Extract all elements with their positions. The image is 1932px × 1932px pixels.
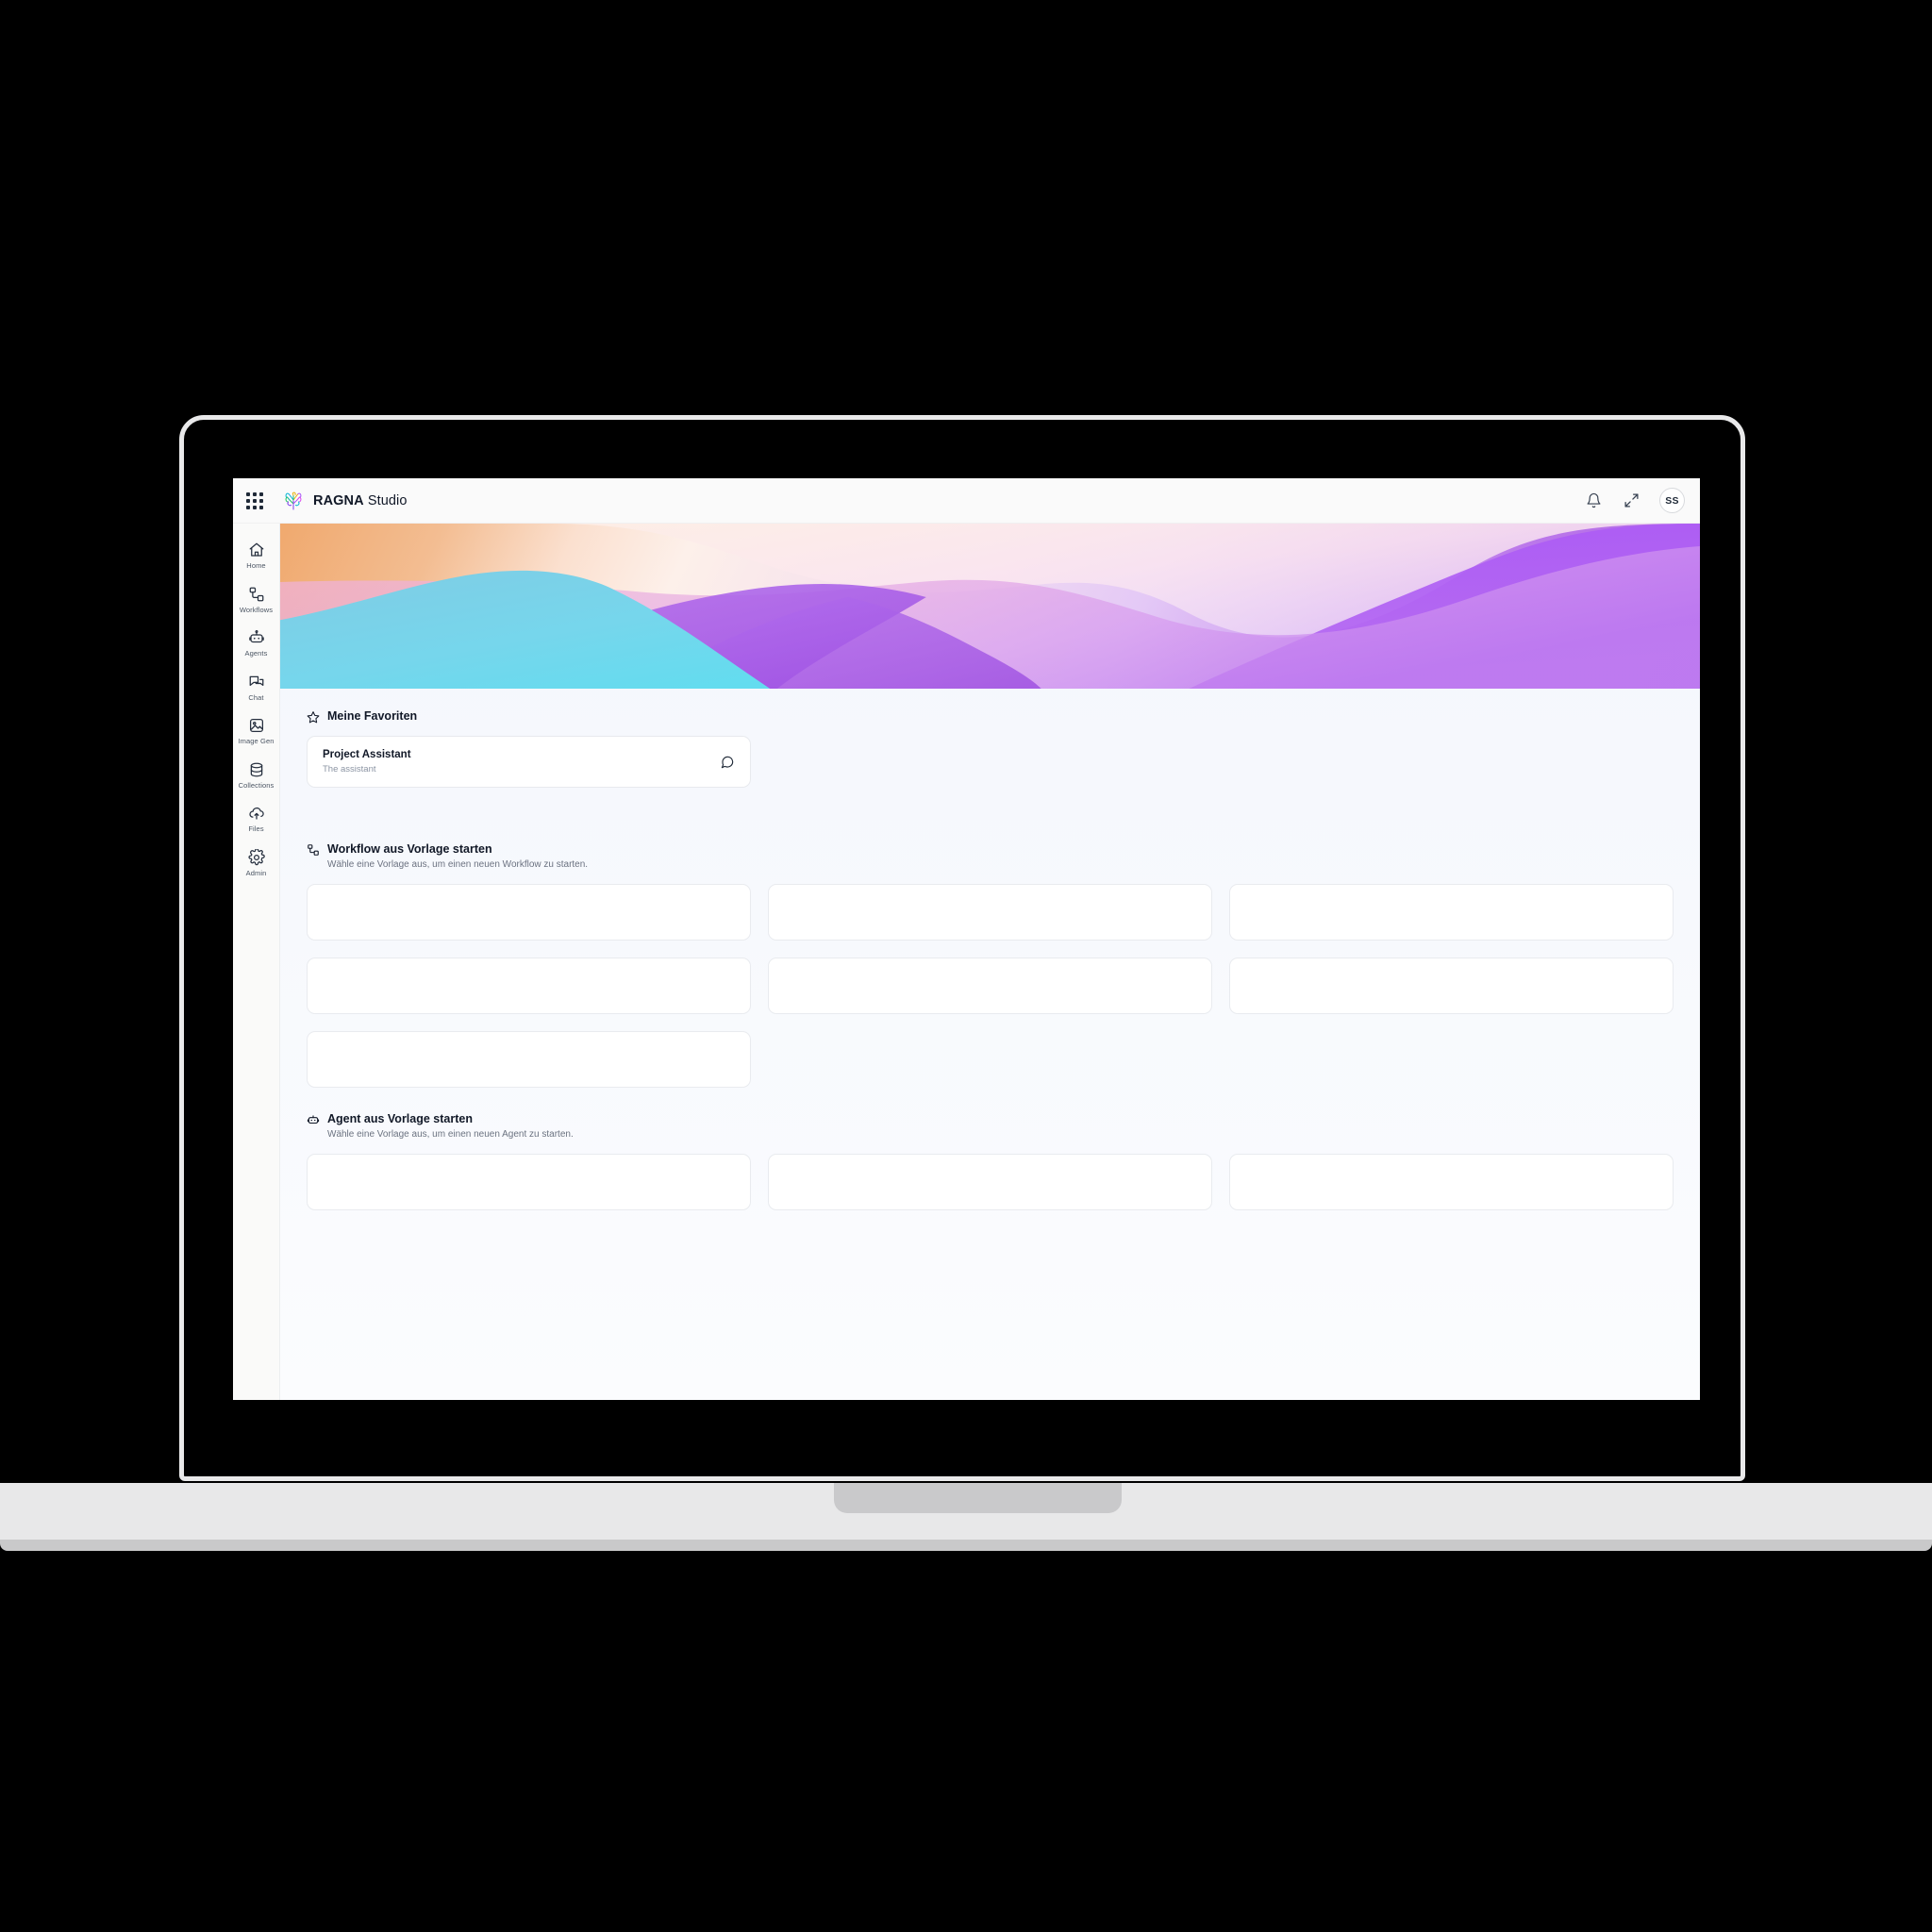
home-icon — [249, 542, 263, 557]
fullscreen-expand-icon[interactable] — [1622, 491, 1641, 510]
favorite-card-text: Project Assistant The assistant — [323, 748, 411, 775]
sidebar-item-agents[interactable]: Agents — [233, 623, 280, 662]
chat-bubbles-icon — [249, 675, 263, 686]
database-icon — [250, 762, 262, 776]
sidebar-item-chat[interactable]: Chat — [233, 667, 280, 707]
workflow-template-card[interactable] — [768, 958, 1212, 1014]
sidebar-item-admin[interactable]: Admin — [233, 842, 280, 882]
robot-icon — [307, 1115, 320, 1124]
brain-tree-logo — [285, 491, 302, 509]
favorites-title-wrap: Meine Favoriten — [327, 709, 417, 724]
workflow-template-card[interactable] — [1229, 958, 1674, 1014]
agent-templates-title-wrap: Agent aus Vorlage starten Wähle eine Vor… — [327, 1112, 574, 1141]
sidebar-item-workflows[interactable]: Workflows — [233, 579, 280, 619]
workflow-template-card[interactable] — [307, 958, 751, 1014]
agent-templates-title: Agent aus Vorlage starten — [327, 1112, 473, 1125]
favorite-card-description: The assistant — [323, 764, 376, 774]
workflow-nodes-icon — [249, 587, 263, 601]
favorite-card-project-assistant[interactable]: Project Assistant The assistant — [307, 736, 751, 788]
brand-title: RAGNA Studio — [313, 493, 408, 508]
sidebar-item-label: Admin — [245, 868, 267, 877]
sidebar-item-image-gen[interactable]: Image Gen — [233, 710, 280, 750]
robot-icon — [248, 630, 264, 643]
agent-template-card[interactable] — [1229, 1154, 1674, 1210]
favorite-card-title: Project Assistant — [323, 749, 411, 760]
workflow-template-card[interactable] — [768, 884, 1212, 941]
brand[interactable]: RAGNA Studio — [282, 490, 408, 512]
sidebar-item-collections[interactable]: Collections — [233, 755, 280, 794]
star-icon — [307, 711, 320, 724]
agent-templates-section-header: Agent aus Vorlage starten Wähle eine Vor… — [307, 1112, 1674, 1141]
favorites-section-header: Meine Favoriten — [307, 709, 1674, 724]
sidebar-item-label: Image Gen — [238, 737, 275, 745]
brand-name: RAGNA — [313, 492, 364, 508]
workflow-template-card[interactable] — [1229, 884, 1674, 941]
sidebar-item-label: Home — [246, 561, 266, 570]
bell-icon[interactable] — [1584, 491, 1603, 510]
workflow-templates-title: Workflow aus Vorlage starten — [327, 842, 492, 856]
agent-templates-subtitle: Wähle eine Vorlage aus, um einen neuen A… — [327, 1129, 574, 1140]
hero-gradient-waves — [280, 524, 1700, 689]
image-icon — [249, 718, 263, 733]
workflow-template-card[interactable] — [307, 884, 751, 941]
main-content: Meine Favoriten Project Assistant The as… — [280, 524, 1700, 1400]
body-row: Home Workflows Agents Chat Image Gen Col… — [233, 524, 1700, 1400]
gear-icon — [247, 848, 265, 865]
chat-bubble-icon[interactable] — [720, 755, 735, 770]
sidebar-item-files[interactable]: Files — [233, 798, 280, 838]
favorites-title: Meine Favoriten — [327, 709, 418, 723]
sidebar-item-label: Agents — [244, 649, 268, 658]
laptop-base-lip — [0, 1540, 1932, 1551]
agent-template-card[interactable] — [307, 1154, 751, 1210]
ragna-studio-app: RAGNA Studio SS Home Workflows Agents Ch… — [233, 478, 1700, 1400]
apps-grid-icon[interactable] — [246, 491, 263, 509]
top-bar: RAGNA Studio SS — [233, 478, 1700, 524]
sidebar-item-label: Workflows — [239, 605, 274, 614]
favorites-grid: Project Assistant The assistant — [307, 736, 1674, 788]
content-area: Meine Favoriten Project Assistant The as… — [280, 689, 1700, 1210]
workflow-templates-title-wrap: Workflow aus Vorlage starten Wähle eine … — [327, 842, 588, 871]
brand-suffix: Studio — [367, 492, 408, 508]
agent-templates-grid — [307, 1154, 1674, 1210]
sidebar-item-label: Collections — [238, 780, 275, 790]
laptop-base-notch — [834, 1483, 1122, 1513]
sidebar: Home Workflows Agents Chat Image Gen Col… — [233, 524, 280, 1400]
sidebar-item-label: Chat — [248, 692, 264, 702]
laptop-screen: RAGNA Studio SS Home Workflows Agents Ch… — [233, 478, 1700, 1400]
sidebar-item-home[interactable]: Home — [233, 535, 280, 575]
workflow-template-card[interactable] — [307, 1031, 751, 1088]
workflow-templates-grid — [307, 884, 1674, 1088]
workflow-nodes-icon — [308, 844, 319, 856]
sidebar-item-label: Files — [248, 824, 264, 833]
avatar[interactable]: SS — [1659, 488, 1685, 513]
cloud-upload-icon — [248, 807, 264, 820]
agent-template-card[interactable] — [768, 1154, 1212, 1210]
workflow-templates-section-header: Workflow aus Vorlage starten Wähle eine … — [307, 842, 1674, 871]
hero-banner — [280, 524, 1700, 689]
top-bar-actions: SS — [1584, 488, 1685, 513]
workflow-templates-subtitle: Wähle eine Vorlage aus, um einen neuen W… — [327, 859, 589, 870]
screenshot-stage: RAGNA Studio SS Home Workflows Agents Ch… — [0, 0, 1932, 1932]
